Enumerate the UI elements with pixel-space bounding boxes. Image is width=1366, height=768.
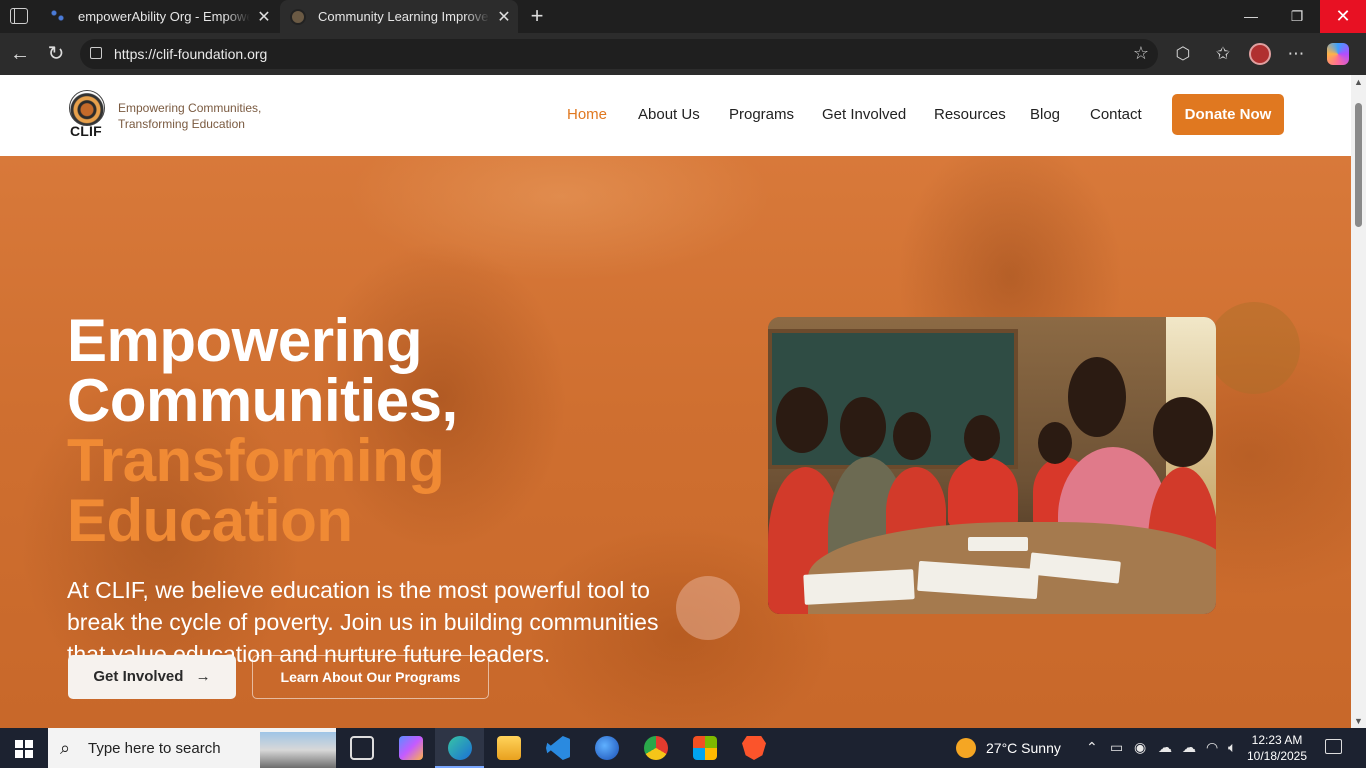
search-icon: ⌕ [60, 738, 71, 758]
minimize-icon[interactable]: — [1228, 0, 1274, 33]
wifi-icon[interactable]: ◠ [1206, 739, 1218, 756]
logo-text: CLIF [70, 123, 102, 139]
photo-student-head [964, 415, 1000, 461]
refresh-icon[interactable]: ↻ [44, 42, 68, 66]
close-window-icon[interactable]: ✕ [1320, 0, 1366, 33]
search-highlight-image [260, 732, 336, 768]
get-involved-button[interactable]: Get Involved → [68, 655, 236, 699]
tab-title: Community Learning Improvemen [318, 9, 490, 24]
photo-student-head [893, 412, 931, 460]
photo-student-head [1068, 357, 1126, 437]
nav-blog[interactable]: Blog [1030, 106, 1060, 123]
photo-student-head [1038, 422, 1072, 464]
taskbar-search-box[interactable]: ⌕ Type here to search [48, 728, 336, 768]
url-text: https://clif-foundation.org [114, 46, 268, 62]
copilot-app-icon[interactable] [399, 736, 423, 760]
cloud-sync-icon[interactable]: ☁ [1182, 739, 1196, 756]
scroll-down-icon[interactable]: ▼ [1354, 716, 1363, 726]
hero-title-accent-line: Transforming [67, 427, 445, 494]
page-scrollbar[interactable]: ▲ ▼ [1351, 75, 1366, 728]
logo-emblem-icon [69, 90, 105, 126]
weather-text[interactable]: 27°C Sunny [986, 740, 1061, 756]
scroll-up-icon[interactable]: ▲ [1354, 77, 1363, 87]
windows-taskbar: ⌕ Type here to search 27°C Sunny ⌃ ▭ ◉ ☁… [0, 728, 1366, 768]
battery-icon[interactable]: ▭ [1110, 739, 1123, 756]
clock-time: 12:23 AM [1251, 733, 1303, 747]
tagline-line: Transforming Education [118, 117, 245, 131]
notification-center-icon[interactable] [1325, 739, 1342, 754]
button-label: Get Involved [93, 668, 184, 685]
system-clock[interactable]: 12:23 AM 10/18/2025 [1244, 732, 1310, 764]
more-menu-icon[interactable]: ⋯ [1285, 43, 1307, 65]
tab-close-icon[interactable]: ✕ [250, 7, 278, 27]
arrow-right-icon: → [195, 668, 211, 685]
volume-icon[interactable]: 🔈︎ [1228, 739, 1236, 756]
tab-title: empowerAbility Org - Empower th [78, 9, 250, 24]
page-viewport: CLIF Empowering Communities, Transformin… [0, 75, 1351, 728]
restore-icon[interactable]: ❐ [1274, 0, 1320, 33]
favorite-star-icon[interactable]: ☆ [1133, 43, 1149, 64]
classroom-photo [768, 317, 1216, 614]
photo-notebook [968, 537, 1028, 551]
new-tab-icon[interactable]: + [526, 3, 548, 29]
tab-empowerability[interactable]: empowerAbility Org - Empower th ✕ [40, 0, 278, 33]
vscode-icon[interactable] [546, 736, 570, 760]
extensions-icon[interactable]: ⬡ [1172, 43, 1194, 65]
clock-date: 10/18/2025 [1246, 749, 1308, 763]
start-windows-icon[interactable] [15, 740, 33, 758]
site-header: CLIF Empowering Communities, Transformin… [0, 75, 1351, 156]
tab-favicon-icon [290, 8, 306, 25]
store-icon[interactable] [693, 736, 717, 760]
tagline-line: Empowering Communities, [118, 101, 262, 115]
hero-title: Empowering Communities, Transforming Edu… [67, 311, 458, 551]
nav-home[interactable]: Home [567, 106, 607, 123]
browser-tab-strip: empowerAbility Org - Empower th ✕ Commun… [0, 0, 1366, 33]
cloud-off-icon[interactable]: ☁ [1158, 739, 1172, 756]
nav-programs[interactable]: Programs [729, 106, 794, 123]
photo-notebook [803, 569, 915, 605]
edge-browser-icon[interactable] [448, 736, 472, 760]
photo-student-head [840, 397, 886, 457]
hero-title-line: Empowering [67, 307, 423, 374]
file-explorer-icon[interactable] [497, 736, 521, 760]
firefox-icon[interactable] [595, 736, 619, 760]
nav-about-us[interactable]: About Us [638, 106, 700, 123]
tray-chevron-icon[interactable]: ⌃ [1086, 739, 1098, 756]
tab-clif-active[interactable]: Community Learning Improvemen ✕ [280, 0, 518, 33]
photo-student-head [1153, 397, 1213, 467]
address-bar[interactable]: https://clif-foundation.org ☆ [80, 39, 1158, 69]
decorative-circle [1208, 302, 1300, 394]
brave-icon[interactable] [742, 736, 766, 760]
weather-sun-icon[interactable] [956, 738, 976, 758]
tab-actions-icon[interactable] [10, 8, 28, 24]
hero-title-line: Communities, [67, 367, 458, 434]
nav-resources[interactable]: Resources [934, 106, 1006, 123]
back-icon[interactable]: ← [8, 42, 32, 66]
clif-logo[interactable]: CLIF [68, 90, 106, 139]
site-tagline: Empowering Communities, Transforming Edu… [118, 100, 261, 132]
search-placeholder: Type here to search [88, 740, 221, 757]
hero-section: Empowering Communities, Transforming Edu… [0, 156, 1351, 728]
site-info-icon[interactable] [90, 47, 102, 59]
camera-icon[interactable]: ◉ [1134, 739, 1146, 756]
copilot-icon[interactable] [1327, 43, 1349, 65]
task-view-icon[interactable] [350, 736, 374, 760]
photo-student [948, 457, 1018, 527]
profile-avatar-icon[interactable] [1249, 43, 1271, 65]
nav-get-involved[interactable]: Get Involved [822, 106, 906, 123]
chrome-icon[interactable] [644, 736, 668, 760]
tab-favicon-icon [50, 8, 66, 25]
favorites-icon[interactable]: ✩ [1212, 43, 1234, 65]
decorative-circle [676, 576, 740, 640]
tab-close-icon[interactable]: ✕ [490, 7, 518, 27]
donate-now-button[interactable]: Donate Now [1172, 94, 1284, 135]
learn-programs-button[interactable]: Learn About Our Programs [252, 655, 489, 699]
photo-student-head [776, 387, 828, 453]
nav-contact[interactable]: Contact [1090, 106, 1142, 123]
scrollbar-thumb[interactable] [1355, 103, 1362, 227]
browser-toolbar: ← ↻ https://clif-foundation.org ☆ ⬡ ✩ ⋯ [0, 33, 1366, 75]
hero-title-accent-line: Education [67, 487, 353, 554]
